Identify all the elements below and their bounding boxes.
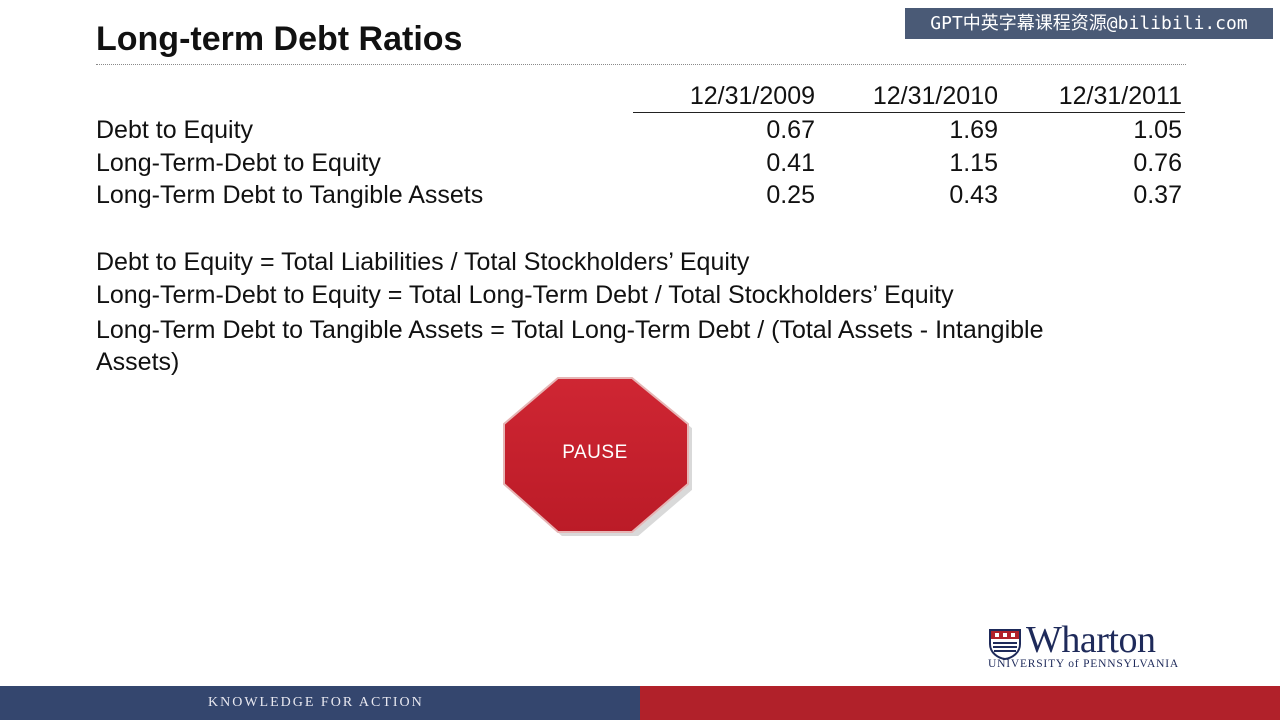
pause-label: PAUSE [562,442,628,463]
table-cell: 0.43 [949,181,998,209]
table-cell: 1.05 [1133,116,1182,144]
row-label-ltd-to-equity: Long-Term-Debt to Equity [96,149,381,177]
formula-ltd-to-equity: Long-Term-Debt to Equity = Total Long-Te… [96,281,954,309]
formula-ltd-to-tangible-assets: Long-Term Debt to Tangible Assets = Tota… [96,316,1044,376]
row-label-debt-to-equity: Debt to Equity [96,116,254,144]
footer-tagline: KNOWLEDGE FOR ACTION [208,695,424,710]
column-header-2009: 12/31/2009 [689,82,815,110]
slide-title: Long-term Debt Ratios [96,20,463,58]
table-cell: 0.37 [1133,181,1182,209]
title-divider [96,64,1186,65]
watermark-banner: GPT中英字幕课程资源@bilibili.com [905,8,1273,39]
table-cell: 0.41 [766,149,815,177]
table-cell: 0.76 [1133,149,1182,177]
logo-subtitle: UNIVERSITY of PENNSYLVANIA [988,658,1179,670]
table-cell: 0.67 [766,116,815,144]
column-header-2011: 12/31/2011 [1058,82,1182,110]
footer-bar-red [640,686,1280,720]
penn-shield-icon [989,629,1021,660]
row-label-ltd-to-tangible-assets: Long-Term Debt to Tangible Assets [96,181,484,209]
column-header-underline [633,112,1185,113]
formula-debt-to-equity: Debt to Equity = Total Liabilities / Tot… [96,248,750,276]
wharton-logo: Wharton UNIVERSITY of PENNSYLVANIA [988,619,1193,672]
table-cell: 0.25 [766,181,815,209]
logo-wordmark: Wharton [1026,619,1156,661]
table-cell: 1.15 [949,149,998,177]
pause-stop-sign[interactable]: PAUSE [502,376,692,536]
footer-bar-blue: KNOWLEDGE FOR ACTION [0,686,640,720]
table-cell: 1.69 [949,116,998,144]
column-header-2010: 12/31/2010 [872,82,998,110]
